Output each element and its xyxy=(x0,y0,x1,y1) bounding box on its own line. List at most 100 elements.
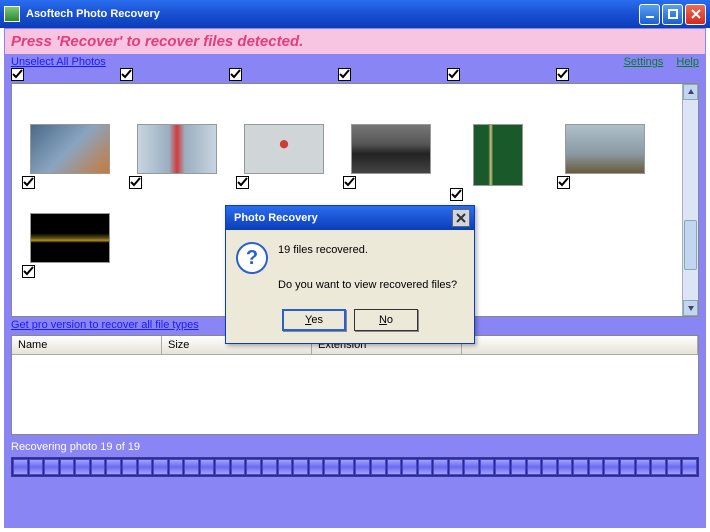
progress-segment xyxy=(464,459,479,475)
progress-segment xyxy=(682,459,697,475)
thumbnail-image[interactable] xyxy=(244,124,324,174)
progress-segment xyxy=(29,459,44,475)
title-bar: Asoftech Photo Recovery xyxy=(0,0,710,28)
progress-segment xyxy=(293,459,308,475)
thumbnail-image[interactable] xyxy=(137,124,217,174)
progress-segment xyxy=(495,459,510,475)
progress-segment xyxy=(402,459,417,475)
progress-segment xyxy=(309,459,324,475)
recovery-dialog: Photo Recovery ? 19 files recovered. Do … xyxy=(225,205,475,344)
top-links-row: Unselect All Photos Settings Help xyxy=(5,54,705,68)
grid-checkbox[interactable] xyxy=(556,68,569,81)
dialog-buttons: Yes No xyxy=(226,303,474,343)
progress-segment xyxy=(604,459,619,475)
grid-checkbox[interactable] xyxy=(11,68,24,81)
progress-segment xyxy=(620,459,635,475)
maximize-button[interactable] xyxy=(662,4,683,25)
dialog-close-button[interactable] xyxy=(452,209,470,227)
progress-segment xyxy=(480,459,495,475)
yes-button[interactable]: Yes xyxy=(282,309,346,331)
minimize-button[interactable] xyxy=(639,4,660,25)
thumbnail-checkbox[interactable] xyxy=(450,188,463,201)
progress-segment xyxy=(573,459,588,475)
thumbnail-image[interactable] xyxy=(473,124,523,186)
progress-segment xyxy=(44,459,59,475)
scroll-track[interactable] xyxy=(683,100,698,300)
col-spare xyxy=(462,336,698,354)
progress-segment xyxy=(542,459,557,475)
dialog-title-bar: Photo Recovery xyxy=(226,206,474,230)
grid-checkbox[interactable] xyxy=(338,68,351,81)
vertical-scrollbar[interactable] xyxy=(682,84,698,316)
progress-segment xyxy=(215,459,230,475)
scroll-up-button[interactable] xyxy=(683,84,698,100)
thumbnail-item[interactable] xyxy=(343,124,438,201)
col-name[interactable]: Name xyxy=(12,336,162,354)
progress-segment xyxy=(558,459,573,475)
progress-segment xyxy=(589,459,604,475)
progress-segment xyxy=(200,459,215,475)
help-link[interactable]: Help xyxy=(676,56,699,68)
thumbnail-item[interactable] xyxy=(557,124,652,201)
progress-segment xyxy=(651,459,666,475)
progress-segment xyxy=(122,459,137,475)
progress-segment xyxy=(340,459,355,475)
progress-segment xyxy=(527,459,542,475)
thumbnail-checkbox[interactable] xyxy=(22,176,35,189)
window-title: Asoftech Photo Recovery xyxy=(26,8,637,20)
thumbnail-checkbox[interactable] xyxy=(22,265,35,278)
progress-segment xyxy=(371,459,386,475)
progress-segment xyxy=(169,459,184,475)
progress-segment xyxy=(184,459,199,475)
question-icon: ? xyxy=(236,242,268,274)
progress-bar xyxy=(11,457,699,477)
progress-segment xyxy=(246,459,261,475)
progress-segment xyxy=(278,459,293,475)
progress-segment xyxy=(231,459,246,475)
dialog-line2: Do you want to view recovered files? xyxy=(278,277,457,295)
thumbnail-image[interactable] xyxy=(30,213,110,263)
thumbnail-item[interactable] xyxy=(129,124,224,201)
thumbnail-item[interactable] xyxy=(22,124,117,201)
progress-segment xyxy=(387,459,402,475)
progress-segment xyxy=(667,459,682,475)
progress-segment xyxy=(75,459,90,475)
grid-checkbox[interactable] xyxy=(447,68,460,81)
thumbnail-item[interactable] xyxy=(236,124,331,201)
progress-segment xyxy=(418,459,433,475)
status-text: Recovering photo 19 of 19 xyxy=(5,435,705,455)
scroll-dragger[interactable] xyxy=(684,220,697,270)
unselect-all-link[interactable]: Unselect All Photos xyxy=(11,56,106,68)
thumbnail-checkbox[interactable] xyxy=(343,176,356,189)
progress-segment xyxy=(636,459,651,475)
thumbnail-image[interactable] xyxy=(30,124,110,174)
top-check-row xyxy=(5,68,705,81)
grid-checkbox[interactable] xyxy=(120,68,133,81)
thumbnail-image[interactable] xyxy=(565,124,645,174)
instruction-banner: Press 'Recover' to recover files detecte… xyxy=(5,29,705,54)
progress-segment xyxy=(262,459,277,475)
thumbnail-checkbox[interactable] xyxy=(236,176,249,189)
thumbnail-checkbox[interactable] xyxy=(557,176,570,189)
grid-checkbox[interactable] xyxy=(229,68,242,81)
dialog-body: ? 19 files recovered. Do you want to vie… xyxy=(226,230,474,303)
thumbnail-item[interactable] xyxy=(22,213,117,278)
progress-segment xyxy=(106,459,121,475)
thumbnail-item[interactable] xyxy=(450,124,545,201)
progress-segment xyxy=(13,459,28,475)
file-table: Name Size Extension xyxy=(11,335,699,435)
settings-link[interactable]: Settings xyxy=(624,56,664,68)
scroll-down-button[interactable] xyxy=(683,300,698,316)
no-button[interactable]: No xyxy=(354,309,418,331)
dialog-message: 19 files recovered. Do you want to view … xyxy=(278,242,457,295)
progress-segment xyxy=(355,459,370,475)
progress-segment xyxy=(138,459,153,475)
dialog-title: Photo Recovery xyxy=(230,212,452,224)
progress-segment xyxy=(60,459,75,475)
progress-segment xyxy=(91,459,106,475)
get-pro-link[interactable]: Get pro version to recover all file type… xyxy=(11,319,199,331)
progress-segment xyxy=(511,459,526,475)
close-button[interactable] xyxy=(685,4,706,25)
thumbnail-checkbox[interactable] xyxy=(129,176,142,189)
thumbnail-image[interactable] xyxy=(351,124,431,174)
